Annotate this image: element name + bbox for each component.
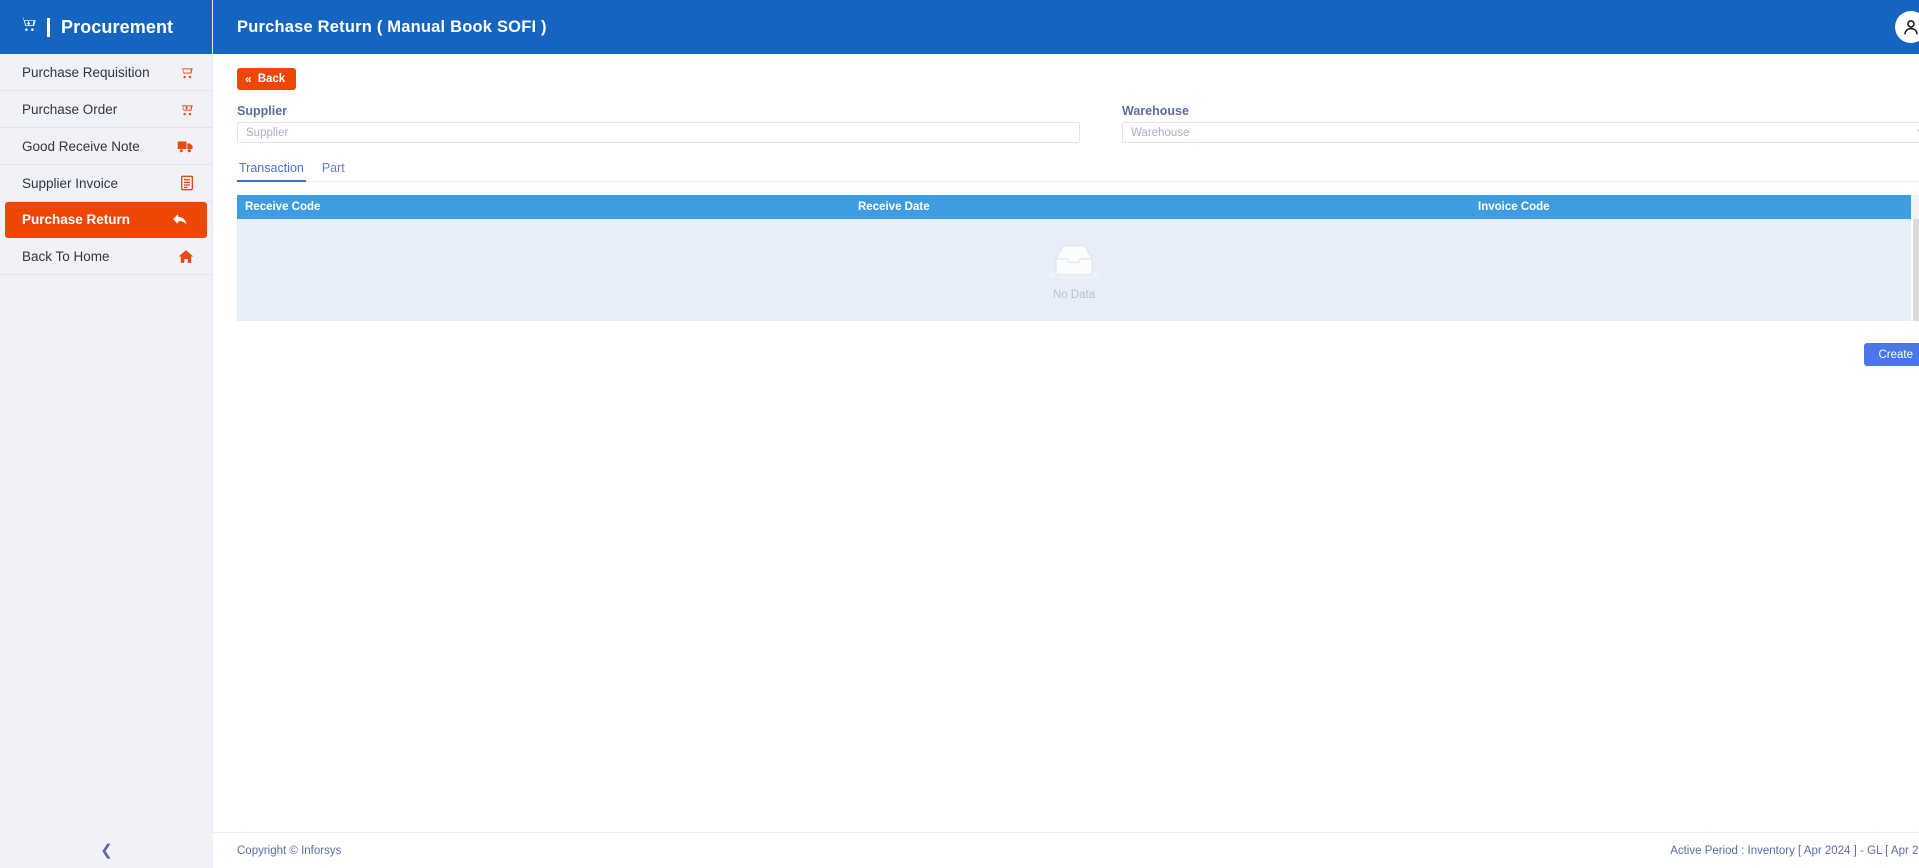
tab-bar: Transaction Part bbox=[237, 156, 1919, 182]
reply-arrow-icon bbox=[172, 212, 189, 227]
warehouse-select[interactable]: Warehouse ▼ bbox=[1122, 122, 1919, 143]
sidebar: Procurement Purchase Requisition Purchas… bbox=[0, 0, 213, 868]
sidebar-item-label: Back To Home bbox=[22, 248, 110, 264]
cart-download-icon bbox=[179, 102, 194, 117]
home-icon bbox=[178, 249, 194, 264]
table-header-row: Receive Code Receive Date Invoice Code bbox=[237, 195, 1911, 219]
sidebar-collapse-button[interactable]: ❮ bbox=[0, 832, 213, 868]
page-title: Purchase Return ( Manual Book SOFI ) bbox=[237, 17, 547, 36]
top-bar: Purchase Return ( Manual Book SOFI ) bbox=[213, 0, 1919, 54]
truck-icon bbox=[177, 139, 194, 154]
empty-inbox-icon bbox=[1045, 240, 1103, 287]
form-row: Supplier Supplier Warehouse Warehouse ▼ bbox=[237, 104, 1919, 143]
sidebar-item-purchase-requisition[interactable]: Purchase Requisition bbox=[0, 54, 212, 91]
sidebar-item-label: Good Receive Note bbox=[22, 138, 140, 154]
supplier-label: Supplier bbox=[237, 104, 288, 118]
content-area: « Back Supplier Supplier Warehouse Wareh… bbox=[213, 54, 1919, 832]
brand-separator bbox=[47, 17, 50, 37]
warehouse-select-value: Warehouse bbox=[1131, 126, 1190, 139]
no-data-label: No Data bbox=[1052, 288, 1096, 301]
sidebar-item-good-receive-note[interactable]: Good Receive Note bbox=[0, 128, 212, 165]
create-button[interactable]: Create bbox=[1864, 343, 1919, 366]
copyright-text: Copyright © Inforsys bbox=[237, 844, 342, 857]
chevron-left-icon: ❮ bbox=[100, 842, 113, 859]
main-area: Purchase Return ( Manual Book SOFI ) « B… bbox=[213, 0, 1919, 868]
sidebar-item-label: Purchase Requisition bbox=[22, 64, 150, 80]
sidebar-item-purchase-order[interactable]: Purchase Order bbox=[0, 91, 212, 128]
user-menu[interactable] bbox=[1895, 11, 1919, 43]
warehouse-field-group: Warehouse Warehouse ▼ bbox=[1122, 104, 1919, 143]
warehouse-label: Warehouse bbox=[1122, 104, 1189, 118]
brand-header: Procurement bbox=[0, 0, 212, 54]
footer: Copyright © Inforsys Active Period : Inv… bbox=[213, 832, 1919, 868]
sidebar-nav: Purchase Requisition Purchase Order Good… bbox=[0, 54, 212, 275]
tab-transaction[interactable]: Transaction bbox=[237, 161, 306, 182]
column-header-invoice-code: Invoice Code bbox=[1478, 201, 1550, 213]
supplier-field-group: Supplier Supplier bbox=[237, 104, 1080, 143]
sidebar-item-purchase-return[interactable]: Purchase Return bbox=[5, 202, 207, 238]
table-header-right-strip bbox=[1911, 195, 1919, 219]
active-period-text: Active Period : Inventory [ Apr 2024 ] -… bbox=[1670, 844, 1919, 857]
sidebar-item-supplier-invoice[interactable]: Supplier Invoice bbox=[0, 165, 212, 202]
sidebar-item-label: Supplier Invoice bbox=[22, 175, 119, 191]
double-chevron-left-icon: « bbox=[245, 72, 252, 86]
back-button[interactable]: « Back bbox=[237, 68, 297, 90]
transaction-table: Receive Code Receive Date Invoice Code N… bbox=[237, 195, 1919, 321]
cart-icon bbox=[179, 65, 194, 80]
column-header-receive-code: Receive Code bbox=[245, 201, 321, 213]
table-body-empty: No Data bbox=[237, 219, 1911, 321]
sidebar-item-back-to-home[interactable]: Back To Home bbox=[0, 238, 212, 275]
column-header-receive-date: Receive Date bbox=[858, 201, 930, 213]
app-root: Procurement Purchase Requisition Purchas… bbox=[0, 0, 1919, 868]
table-vertical-scrollbar[interactable] bbox=[1913, 219, 1919, 321]
tab-part[interactable]: Part bbox=[320, 161, 347, 181]
cart-download-icon bbox=[20, 16, 37, 38]
avatar[interactable] bbox=[1895, 11, 1919, 43]
action-bar: Create bbox=[237, 343, 1919, 366]
chevron-down-icon: ▼ bbox=[1915, 127, 1919, 138]
document-list-icon bbox=[180, 175, 194, 191]
brand-title: Procurement bbox=[61, 16, 174, 37]
sidebar-item-label: Purchase Return bbox=[22, 212, 131, 227]
sidebar-item-label: Purchase Order bbox=[22, 101, 118, 117]
supplier-input[interactable]: Supplier bbox=[237, 122, 1080, 143]
back-button-label: Back bbox=[257, 73, 286, 85]
